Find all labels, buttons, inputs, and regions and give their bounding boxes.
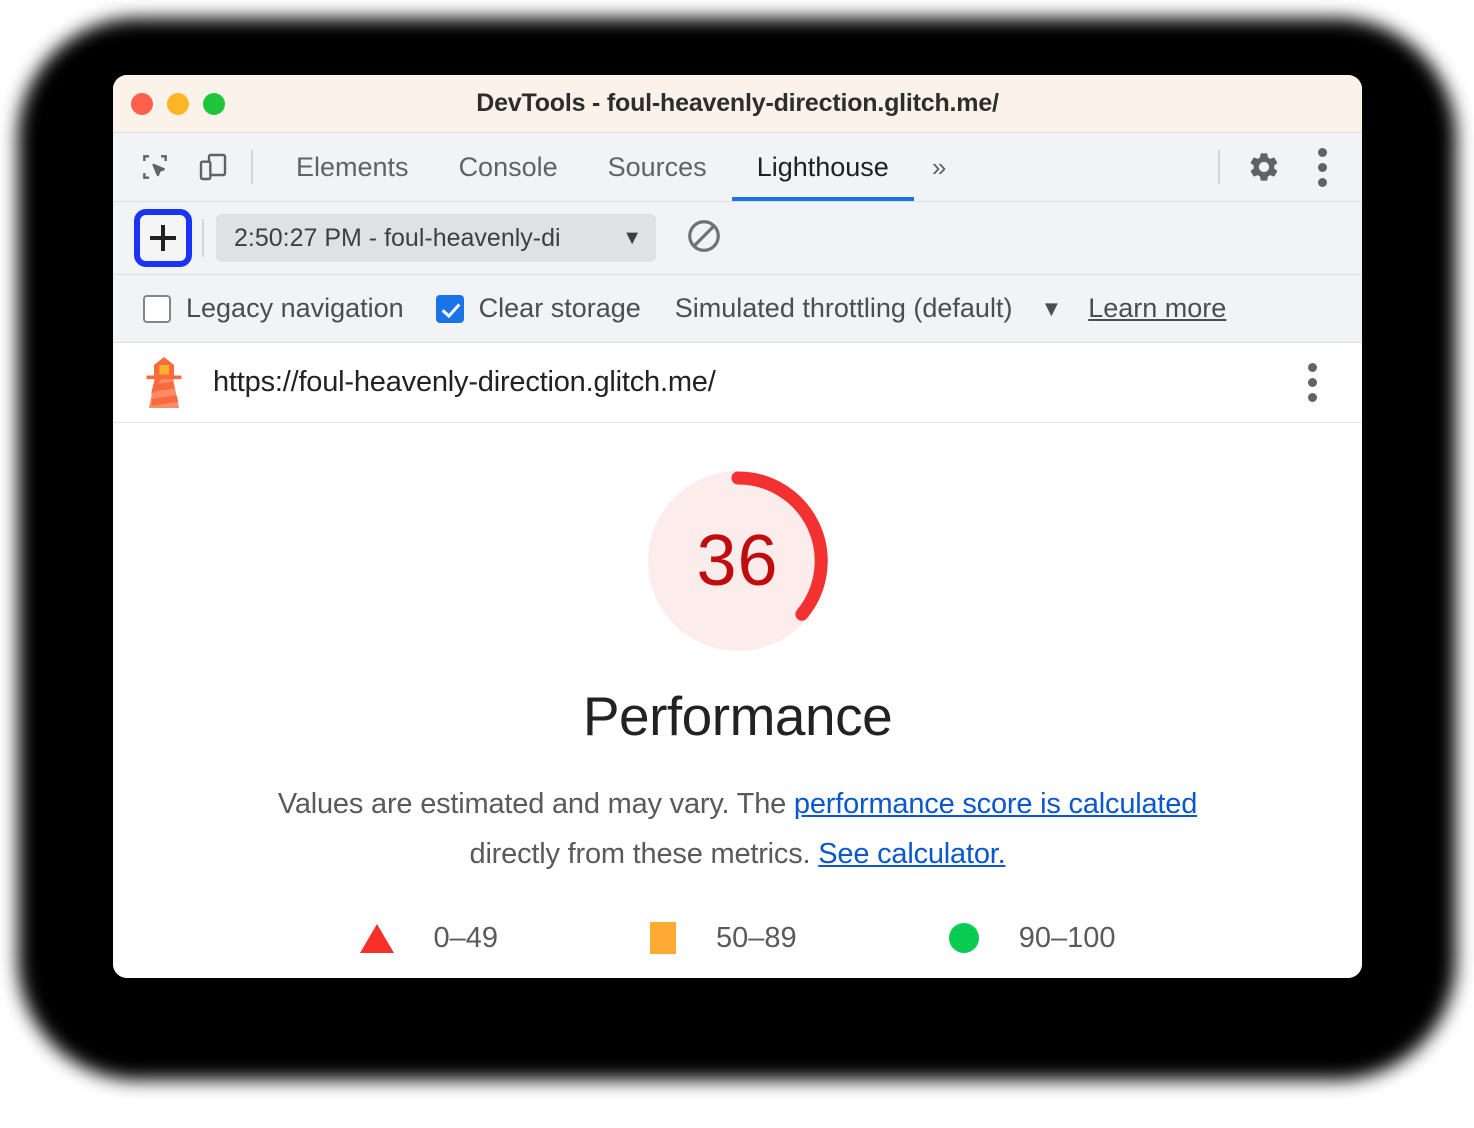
traffic-light-buttons <box>131 92 225 115</box>
tabstrip-right-controls <box>1200 145 1342 189</box>
clear-storage-checkbox[interactable] <box>435 294 464 323</box>
lighthouse-toolbar: 2:50:27 PM - foul-heavenly-di ▼ <box>113 202 1362 275</box>
no-entry-icon <box>685 217 723 260</box>
tab-console[interactable]: Console <box>434 133 583 201</box>
lighthouse-options-row: Legacy navigation Clear storage Simulate… <box>113 275 1362 343</box>
lighthouse-report-body: 36 Performance Values are estimated and … <box>113 423 1362 978</box>
report-url: https://foul-heavenly-direction.glitch.m… <box>213 366 716 398</box>
triangle-icon <box>359 923 394 953</box>
throttling-select[interactable]: Simulated throttling (default) ▼ <box>675 293 1062 324</box>
plus-icon <box>150 225 176 251</box>
zoom-window-button[interactable] <box>203 92 225 115</box>
window-titlebar: DevTools - foul-heavenly-direction.glitc… <box>113 75 1362 133</box>
lighthouse-icon <box>141 356 187 410</box>
tabstrip-divider <box>251 150 253 184</box>
window-title: DevTools - foul-heavenly-direction.glitc… <box>476 89 999 117</box>
devtools-main-menu-icon[interactable] <box>1302 145 1342 189</box>
legacy-navigation-option[interactable]: Legacy navigation <box>143 293 404 324</box>
tab-lighthouse[interactable]: Lighthouse <box>731 133 914 201</box>
screenshot-root: DevTools - foul-heavenly-direction.glitc… <box>0 0 1474 1128</box>
more-tabs-icon[interactable]: » <box>914 152 964 183</box>
tab-sources[interactable]: Sources <box>583 133 732 201</box>
lighthouse-toolbar-divider <box>202 219 204 257</box>
throttling-label: Simulated throttling (default) <box>674 293 1013 323</box>
report-category-title: Performance <box>582 685 893 747</box>
legend-label-pass: 90–100 <box>1018 921 1116 954</box>
performance-score-calculated-link[interactable]: performance score is calculated <box>794 788 1197 820</box>
legend-item-fail: 0–49 <box>359 921 499 955</box>
panel-tabs: Elements Console Sources Lighthouse <box>271 133 914 201</box>
performance-score-value: 36 <box>696 521 779 601</box>
legend-label-average: 50–89 <box>716 921 797 954</box>
chevron-down-icon: ▼ <box>1040 295 1063 321</box>
inspect-element-icon[interactable] <box>135 147 175 187</box>
device-toolbar-icon[interactable] <box>193 147 233 187</box>
new-report-button[interactable] <box>134 209 192 267</box>
legend-item-average: 50–89 <box>650 922 797 955</box>
learn-more-link[interactable]: Learn more <box>1088 293 1226 324</box>
report-run-select[interactable]: 2:50:27 PM - foul-heavenly-di ▼ <box>216 214 656 262</box>
minimize-window-button[interactable] <box>167 92 189 115</box>
close-window-button[interactable] <box>131 92 153 115</box>
clear-reports-button[interactable] <box>682 216 726 260</box>
report-header: https://foul-heavenly-direction.glitch.m… <box>113 343 1362 423</box>
gear-icon[interactable] <box>1244 147 1284 187</box>
legacy-navigation-checkbox[interactable] <box>143 294 171 323</box>
chevron-down-icon: ▼ <box>622 226 642 249</box>
see-calculator-link[interactable]: See calculator. <box>818 838 1005 870</box>
report-run-select-value: 2:50:27 PM - foul-heavenly-di <box>234 223 561 252</box>
devtools-window: DevTools - foul-heavenly-direction.glitc… <box>113 75 1362 978</box>
circle-icon <box>948 923 979 954</box>
clear-storage-label: Clear storage <box>478 293 641 323</box>
report-options-menu-icon[interactable] <box>1292 361 1332 405</box>
devtools-tabstrip: Elements Console Sources Lighthouse » <box>113 133 1362 202</box>
legend-label-fail: 0–49 <box>433 921 499 954</box>
tabstrip-left-icons <box>135 147 233 187</box>
clear-storage-option[interactable]: Clear storage <box>435 293 641 324</box>
legacy-navigation-label: Legacy navigation <box>186 293 404 323</box>
report-disclaimer: Values are estimated and may vary. The p… <box>238 780 1238 880</box>
tab-elements[interactable]: Elements <box>271 133 434 201</box>
legend-item-pass: 90–100 <box>948 921 1116 955</box>
score-legend: 0–49 50–89 90–100 <box>359 921 1116 955</box>
performance-score-gauge: 36 <box>643 466 833 656</box>
square-icon <box>650 922 677 955</box>
disclaimer-text-2: directly from these metrics. <box>469 837 819 870</box>
disclaimer-text-1: Values are estimated and may vary. The <box>277 788 794 820</box>
tabstrip-right-divider <box>1218 150 1220 184</box>
